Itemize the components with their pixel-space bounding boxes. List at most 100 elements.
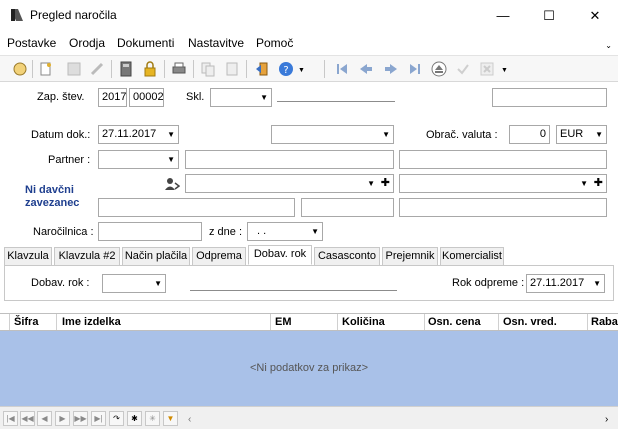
info-field-1[interactable] [98,198,295,217]
zap-stev-label: Zap. štev. [37,91,85,103]
datum-combo[interactable]: 27.11.2017 ▼ [98,125,179,144]
save-icon[interactable] [66,61,82,77]
column-em[interactable]: EM [275,316,292,328]
cancel-x-icon[interactable] [479,61,495,77]
last-record-icon[interactable] [407,61,423,77]
first-record-icon[interactable] [334,61,350,77]
new-document-icon[interactable] [38,61,54,77]
top-right-field[interactable] [492,88,607,107]
nav-undo-icon[interactable]: ↷ [109,411,124,426]
tab-casasconto[interactable]: Casasconto [314,247,380,266]
z-dne-combo[interactable]: . . ▼ [247,222,323,241]
column-separator [337,314,338,330]
z-dne-value: . . [257,225,267,237]
partner-name-field[interactable] [185,150,394,169]
column-kolicina[interactable]: Količina [342,316,385,328]
menu-overflow-icon[interactable]: ⌄ [605,41,612,50]
menu-postavke[interactable]: Postavke [7,36,56,50]
currency-combo[interactable]: EUR ▼ [556,125,607,144]
nav-last-icon[interactable]: ▶| [91,411,106,426]
scroll-right-icon[interactable]: › [605,414,608,425]
narocilnica-field[interactable] [98,222,202,241]
nav-star-outline-icon[interactable]: ✳ [145,411,160,426]
tab-komercialist[interactable]: Komercialist [440,247,504,266]
tab-odprema[interactable]: Odprema [192,247,246,266]
lock-icon[interactable] [142,61,158,77]
menu-orodja[interactable]: Orodja [69,36,105,50]
person-link-icon[interactable] [164,177,180,191]
nav-next-page-icon[interactable]: ▶▶ [73,411,88,426]
toolbar-separator [246,60,247,78]
partner-extra-field[interactable] [399,150,607,169]
help-dropdown-icon[interactable]: ▼ [298,67,305,74]
zap-number-field[interactable]: 00002 [129,88,164,107]
tab-klavzula-2[interactable]: Klavzula #2 [54,247,120,266]
partner-label: Partner : [48,154,91,166]
minimize-button[interactable]: — [480,0,526,31]
exit-door-icon[interactable] [254,61,270,77]
print-icon[interactable] [171,61,187,77]
column-raba[interactable]: Raba [591,316,618,328]
previous-record-icon[interactable] [358,61,374,77]
tab-dobav-rok[interactable]: Dobav. rok [248,245,312,265]
zap-year-field[interactable]: 2017 [98,88,127,107]
help-icon[interactable]: ? [278,61,294,77]
column-separator [56,314,57,330]
column-osn-vred[interactable]: Osn. vred. [503,316,557,328]
add-icon[interactable]: ✚ [381,175,390,192]
menu-pomoc[interactable]: Pomoč [256,36,293,50]
partner-combo[interactable]: ▼ [98,150,179,169]
nav-first-icon[interactable]: |◀ [3,411,18,426]
close-button[interactable]: ✕ [572,0,618,31]
datum-type-combo[interactable]: ▼ [271,125,394,144]
dobav-rok-combo[interactable]: ▼ [102,274,166,293]
column-osn-cena[interactable]: Osn. cena [428,316,481,328]
column-separator [587,314,588,330]
nav-next-icon[interactable]: ▶ [55,411,70,426]
column-separator [424,314,425,330]
skl-combo[interactable]: ▼ [210,88,272,107]
window-title: Pregled naročila [30,8,117,22]
menu-nastavitve[interactable]: Nastavitve [188,36,244,50]
datum-label: Datum dok.: [31,129,91,141]
chevron-down-icon: ▼ [367,179,375,188]
edit-icon[interactable] [89,61,105,77]
nav-star-icon[interactable]: ✱ [127,411,142,426]
skl-label: Skl. [186,91,205,103]
confirm-check-icon[interactable] [455,61,471,77]
toolbar-separator [324,60,325,78]
tab-prejemnik[interactable]: Prejemnik [382,247,438,266]
toolbar-dropdown-icon[interactable]: ▼ [501,67,508,74]
address-combo[interactable]: ▼ ✚ [185,174,394,193]
paste-icon[interactable] [224,61,240,77]
nav-prev-page-icon[interactable]: ◀◀ [20,411,35,426]
nav-filter-icon[interactable]: ▼ [163,411,178,426]
grid-body[interactable]: <Ni podatkov za prikaz> [0,331,618,406]
tab-klavzula[interactable]: Klavzula [4,247,52,266]
info-field-2[interactable] [301,198,394,217]
back-circle-icon[interactable] [12,61,28,77]
toolbar-separator [32,60,33,78]
app-logo-icon [11,9,23,21]
obrac-value-field[interactable]: 0 [509,125,550,144]
rok-odpreme-combo[interactable]: 27.11.2017 ▼ [526,274,605,293]
tab-nacin-placila[interactable]: Način plačila [122,247,190,266]
chevron-down-icon: ▼ [595,130,603,139]
eject-icon[interactable] [431,61,447,77]
address2-combo[interactable]: ▼ ✚ [399,174,607,193]
info-field-3[interactable] [399,198,607,217]
next-record-icon[interactable] [383,61,399,77]
rok-odpreme-label: Rok odpreme : [452,277,525,289]
copy-icon[interactable] [200,61,216,77]
toolbar-separator [193,60,194,78]
calculator-icon[interactable] [118,61,134,77]
scroll-left-icon[interactable]: ‹ [188,414,191,425]
add-icon[interactable]: ✚ [594,175,603,192]
z-dne-label: z dne : [209,226,243,238]
title-bar: Pregled naročila — ☐ ✕ [0,0,618,31]
maximize-button[interactable]: ☐ [526,0,572,31]
column-sifra[interactable]: Šifra [14,316,38,328]
nav-prev-icon[interactable]: ◀ [37,411,52,426]
column-ime-izdelka[interactable]: Ime izdelka [62,316,121,328]
menu-dokumenti[interactable]: Dokumenti [117,36,174,50]
